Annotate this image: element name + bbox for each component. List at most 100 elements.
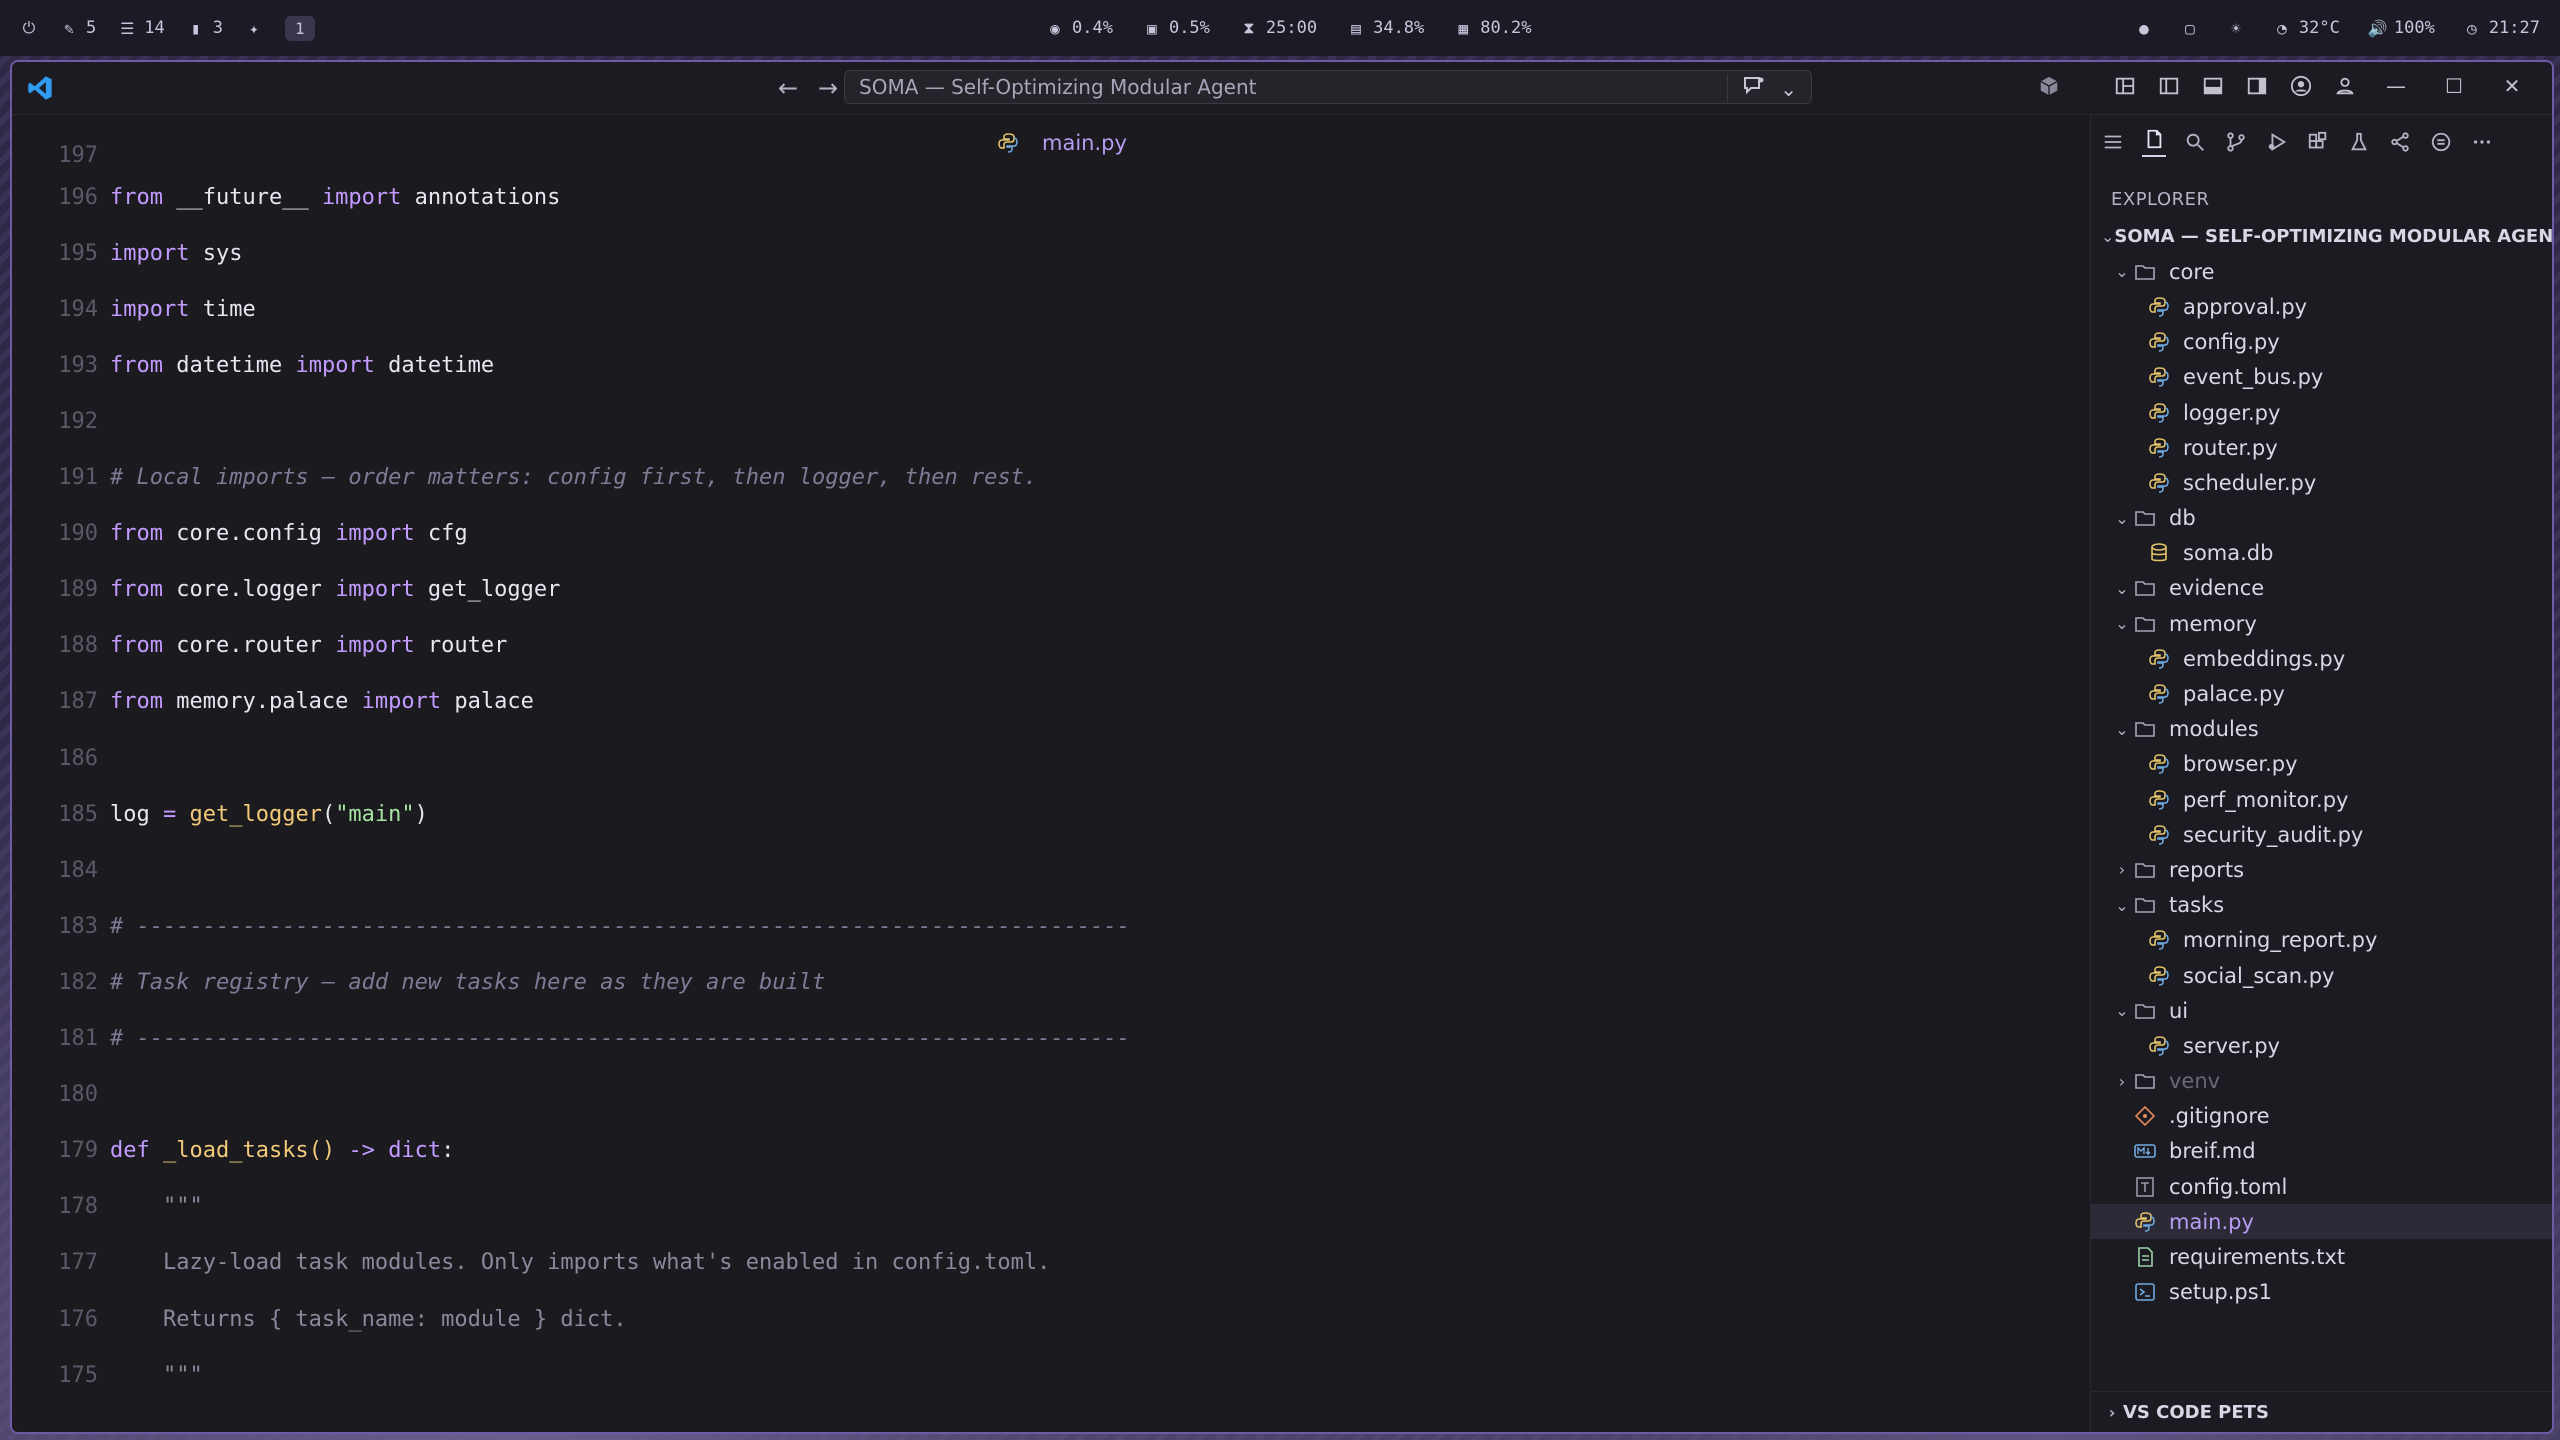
system-bar-item[interactable]: ☰ 14: [118, 18, 165, 38]
code-line[interactable]: 190 from core.config import cfg: [12, 516, 467, 552]
account-icon[interactable]: [2288, 73, 2314, 99]
code-line[interactable]: 188 from core.router import router: [12, 628, 507, 664]
tree-folder[interactable]: › reports: [2091, 852, 2552, 887]
extension-cube-icon[interactable]: [2036, 73, 2062, 99]
system-bar-item[interactable]: ⏻: [20, 18, 38, 38]
tree-file[interactable]: soma.db: [2091, 536, 2552, 571]
code-token: from: [110, 521, 177, 547]
system-bar-item[interactable]: ☀: [2227, 19, 2245, 38]
code-line[interactable]: 196 from __future__ import annotations: [12, 179, 560, 215]
tree-file[interactable]: browser.py: [2091, 747, 2552, 782]
tree-folder[interactable]: ⌄ core: [2091, 254, 2552, 289]
run-debug-icon[interactable]: [2265, 130, 2289, 154]
tree-folder[interactable]: ⌄ tasks: [2091, 888, 2552, 923]
system-bar-item[interactable]: ◉ 0.4%: [1046, 18, 1113, 38]
workspace-root[interactable]: ⌄ SOMA — SELF-OPTIMIZING MODULAR AGENT: [2091, 219, 2552, 254]
system-bar-item[interactable]: ✎ 5: [60, 18, 96, 38]
system-bar-item[interactable]: ▦ 80.2%: [1454, 18, 1531, 38]
code-line[interactable]: 181 # -----------------------------------…: [12, 1021, 1130, 1057]
code-line[interactable]: 175 """: [12, 1357, 202, 1393]
code-line[interactable]: 183 # -----------------------------------…: [12, 908, 1130, 944]
accounts-icon[interactable]: [2332, 73, 2358, 99]
tree-file[interactable]: breif.md: [2091, 1134, 2552, 1169]
tree-file[interactable]: approval.py: [2091, 289, 2552, 324]
code-line[interactable]: 180: [12, 1077, 110, 1113]
vscode-pets-section[interactable]: › VS CODE PETS: [2091, 1391, 2552, 1432]
tree-file[interactable]: router.py: [2091, 430, 2552, 465]
tree-folder[interactable]: ⌄ modules: [2091, 712, 2552, 747]
system-bar-item[interactable]: ✦: [245, 19, 263, 38]
system-bar-item[interactable]: ▮ 3: [187, 18, 223, 38]
code-line[interactable]: 192: [12, 403, 110, 439]
tree-folder[interactable]: ⌄ db: [2091, 501, 2552, 536]
code-line[interactable]: 187 from memory.palace import palace: [12, 684, 534, 720]
code-line[interactable]: 193 from datetime import datetime: [12, 347, 494, 383]
tree-file[interactable]: .gitignore: [2091, 1099, 2552, 1134]
system-bar-item[interactable]: 🔊 100%: [2368, 18, 2435, 38]
tree-folder[interactable]: › venv: [2091, 1064, 2552, 1099]
toggle-secondary-sidebar-icon[interactable]: [2244, 73, 2270, 99]
tree-file[interactable]: logger.py: [2091, 395, 2552, 430]
code-line[interactable]: 189 from core.logger import get_logger: [12, 572, 560, 608]
extensions-icon[interactable]: [2306, 130, 2330, 154]
code-line[interactable]: 185 log = get_logger("main"): [12, 796, 428, 832]
back-arrow-icon[interactable]: ←: [772, 72, 804, 104]
source-control-icon[interactable]: [2224, 130, 2248, 154]
tree-file[interactable]: server.py: [2091, 1028, 2552, 1063]
tree-folder[interactable]: ⌄ ui: [2091, 993, 2552, 1028]
minimize-icon[interactable]: —: [2376, 70, 2416, 102]
code-line[interactable]: 182 # Task registry — add new tasks here …: [12, 964, 825, 1000]
testing-flask-icon[interactable]: [2347, 130, 2371, 154]
remote-explorer-icon[interactable]: [2388, 130, 2412, 154]
code-line[interactable]: 178 """: [12, 1189, 202, 1225]
tree-file[interactable]: config.toml: [2091, 1169, 2552, 1204]
code-line[interactable]: 176 Returns { task_name: module } dict.: [12, 1301, 626, 1337]
tree-file[interactable]: event_bus.py: [2091, 360, 2552, 395]
maximize-icon[interactable]: ☐: [2434, 70, 2474, 102]
system-bar-item[interactable]: ▣ 0.5%: [1143, 18, 1210, 38]
copilot-icon[interactable]: [2429, 130, 2453, 154]
code-line[interactable]: 195 import sys: [12, 235, 242, 271]
system-bar-item[interactable]: ▤ 34.8%: [1347, 18, 1424, 38]
customize-layout-icon[interactable]: [2112, 73, 2138, 99]
system-bar-item[interactable]: ⧗ 25:00: [1240, 18, 1317, 38]
editor-area[interactable]: main.py 197 196 from __future__ import an…: [12, 115, 2090, 1432]
search-icon[interactable]: [2183, 130, 2207, 154]
system-bar-item[interactable]: ◷ 21:27: [2463, 18, 2540, 38]
code-line[interactable]: 194 import time: [12, 291, 255, 327]
code-line[interactable]: 186: [12, 740, 110, 776]
tree-file[interactable]: scheduler.py: [2091, 465, 2552, 500]
code-line[interactable]: 184: [12, 852, 110, 888]
tree-file[interactable]: social_scan.py: [2091, 958, 2552, 993]
more-actions-icon[interactable]: [2470, 130, 2494, 154]
command-center[interactable]: SOMA — Self-Optimizing Modular Agent ⌄: [844, 70, 1812, 104]
tree-file[interactable]: palace.py: [2091, 676, 2552, 711]
system-bar-item[interactable]: ●: [2135, 19, 2153, 38]
code-line[interactable]: 177 Lazy-load task modules. Only imports…: [12, 1245, 1050, 1281]
folder-icon: [2133, 1069, 2161, 1093]
code-line[interactable]: 191 # Local imports — order matters: conf…: [12, 460, 1037, 496]
tree-folder[interactable]: ⌄ evidence: [2091, 571, 2552, 606]
tree-file[interactable]: config.py: [2091, 325, 2552, 360]
tree-folder[interactable]: ⌄ memory: [2091, 606, 2552, 641]
tree-file[interactable]: embeddings.py: [2091, 641, 2552, 676]
menu-icon[interactable]: [2101, 130, 2125, 154]
tree-file[interactable]: requirements.txt: [2091, 1239, 2552, 1274]
tree-file[interactable]: security_audit.py: [2091, 817, 2552, 852]
system-bar-item[interactable]: ▢: [2181, 19, 2199, 38]
editor-file-title[interactable]: main.py: [996, 131, 1127, 155]
chat-icon[interactable]: [1742, 75, 1766, 102]
forward-arrow-icon[interactable]: →: [812, 72, 844, 104]
chevron-down-icon[interactable]: ⌄: [1780, 77, 1797, 101]
tree-file[interactable]: morning_report.py: [2091, 923, 2552, 958]
system-bar-item[interactable]: ◔ 32°C: [2273, 18, 2340, 38]
toggle-panel-icon[interactable]: [2200, 73, 2226, 99]
code-line[interactable]: 179 def _load_tasks() -> dict:: [12, 1133, 454, 1169]
workspace-indicator[interactable]: 1: [284, 15, 315, 41]
tree-file[interactable]: main.py: [2091, 1204, 2552, 1240]
explorer-files-icon[interactable]: [2142, 127, 2166, 157]
tree-file[interactable]: perf_monitor.py: [2091, 782, 2552, 817]
toggle-primary-sidebar-icon[interactable]: [2156, 73, 2182, 99]
close-icon[interactable]: ✕: [2492, 70, 2532, 102]
tree-file[interactable]: setup.ps1: [2091, 1275, 2552, 1310]
